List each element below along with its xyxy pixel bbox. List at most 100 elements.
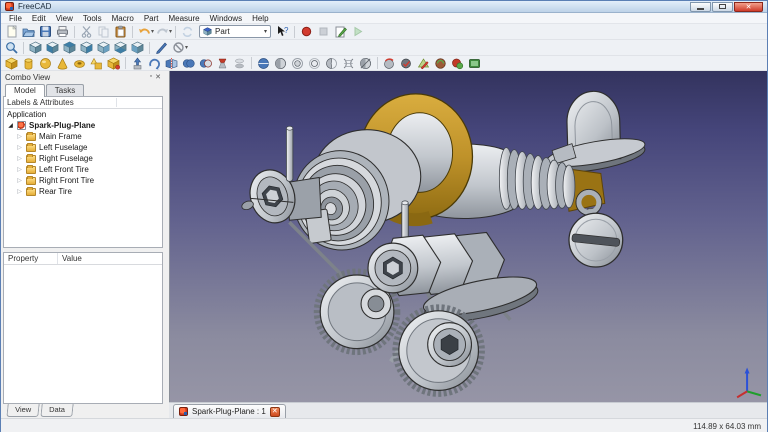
window-titlebar: FreeCAD ✕ [1,1,767,13]
tree-item-left-fuselage[interactable]: ▷ Left Fuselage [4,142,162,153]
new-file-icon[interactable] [3,25,20,39]
part-primitives-icon[interactable] [88,56,105,70]
menu-macro[interactable]: Macro [107,14,139,23]
measure-linear-icon[interactable] [153,41,170,55]
axis-cross-icon [736,367,762,399]
value-column-header[interactable]: Value [58,253,82,264]
paste-icon[interactable] [112,25,129,39]
tab-data[interactable]: Data [40,404,74,417]
part-simple-copy-icon[interactable] [449,56,466,70]
part-offset-3d-icon[interactable] [289,56,306,70]
copy-icon[interactable] [95,25,112,39]
part-export-view-icon[interactable] [466,56,483,70]
menu-file[interactable]: File [4,14,27,23]
menu-help[interactable]: Help [247,14,273,23]
tab-close-icon[interactable]: ✕ [269,406,280,417]
property-column-header[interactable]: Property [4,253,58,264]
document-tab-label: Spark-Plug-Plane : 1 [192,407,266,416]
part-check-geometry-icon[interactable] [398,56,415,70]
tab-view[interactable]: View [6,404,40,417]
viewport-dimensions: 114.89 x 64.03 mm [693,422,761,431]
print-icon[interactable] [54,25,71,39]
part-torus-icon[interactable] [71,56,88,70]
part-loft-icon[interactable] [214,56,231,70]
part-extrude-icon[interactable] [129,56,146,70]
refresh-icon[interactable] [179,25,196,39]
part-cone-icon[interactable] [54,56,71,70]
part-mirror-icon[interactable] [163,56,180,70]
group-folder-icon [26,153,36,163]
part-defeaturing-icon[interactable] [381,56,398,70]
spark-plug-plane-model[interactable] [170,71,767,400]
group-folder-icon [26,175,36,185]
freecad-document-icon [17,121,26,130]
macro-record-icon[interactable] [298,25,315,39]
toolbar-standard: ▾ ▾ Part ▾ ? [1,24,767,40]
minimize-button[interactable] [690,1,711,12]
tree-item-left-front-tire[interactable]: ▷ Left Front Tire [4,164,162,175]
tab-model[interactable]: Model [5,84,45,97]
save-file-icon[interactable] [37,25,54,39]
tree-item-rear-tire[interactable]: ▷ Rear Tire [4,186,162,197]
whats-this-icon[interactable]: ? [274,25,291,39]
part-cross-sections-icon[interactable] [255,56,272,70]
status-bar: 114.89 x 64.03 mm [1,418,767,432]
3d-viewport[interactable] [169,71,767,402]
cut-icon[interactable] [78,25,95,39]
part-cylinder-icon[interactable] [20,56,37,70]
collapsed-arrow-icon: ▷ [17,167,22,173]
tab-tasks[interactable]: Tasks [45,84,85,96]
document-tab[interactable]: Spark-Plug-Plane : 1 ✕ [173,404,286,418]
tree-item-right-fuselage[interactable]: ▷ Right Fuselage [4,153,162,164]
part-box-icon[interactable] [3,56,20,70]
menu-measure[interactable]: Measure [163,14,204,23]
view-axonometric-icon[interactable] [27,41,44,55]
part-section-icon[interactable] [272,56,289,70]
model-tree: Labels & Attributes Application ◢ Spark-… [3,96,163,248]
maximize-button[interactable] [712,1,733,12]
panel-float-icon[interactable]: ▫ [150,73,152,81]
toolbar-part [1,56,767,71]
macro-edit-icon[interactable] [332,25,349,39]
part-refine-shape-icon[interactable] [415,56,432,70]
redo-icon[interactable] [154,25,171,39]
part-boolean-union-icon[interactable] [180,56,197,70]
close-button[interactable]: ✕ [734,1,763,12]
view-front-icon[interactable] [44,41,61,55]
part-thickness-icon[interactable] [323,56,340,70]
measure-dropdown-icon[interactable]: ▾ [185,44,188,51]
redo-dropdown-icon[interactable]: ▾ [169,28,172,35]
fit-all-icon[interactable] [3,41,20,55]
menu-tools[interactable]: Tools [78,14,107,23]
part-sphere-icon[interactable] [37,56,54,70]
view-right-icon[interactable] [78,41,95,55]
tree-item-right-front-tire[interactable]: ▷ Right Front Tire [4,175,162,186]
part-sweep-icon[interactable] [357,56,374,70]
macro-play-icon[interactable] [349,25,366,39]
menu-view[interactable]: View [51,14,78,23]
view-top-icon[interactable] [61,41,78,55]
panel-close-icon[interactable]: ✕ [155,73,161,81]
view-rear-icon[interactable] [95,41,112,55]
workbench-selector[interactable]: Part ▾ [199,25,272,38]
part-offset-2d-icon[interactable] [306,56,323,70]
part-shape-builder-icon[interactable] [105,56,122,70]
menu-edit[interactable]: Edit [27,14,51,23]
view-bottom-icon[interactable] [112,41,129,55]
freecad-app-icon [5,2,14,11]
menu-part[interactable]: Part [139,14,164,23]
part-compound-icon[interactable] [231,56,248,70]
part-ruled-surface-icon[interactable] [340,56,357,70]
part-boolean-cut-icon[interactable] [197,56,214,70]
macro-stop-icon[interactable] [315,25,332,39]
part-revolve-icon[interactable] [146,56,163,70]
open-file-icon[interactable] [20,25,37,39]
tree-header-label[interactable]: Labels & Attributes [7,98,74,107]
menu-windows[interactable]: Windows [205,14,247,23]
part-reverse-shape-icon[interactable] [432,56,449,70]
view-left-icon[interactable] [129,41,146,55]
tree-root-application[interactable]: Application [4,109,162,120]
tree-document-row[interactable]: ◢ Spark-Plug-Plane [4,120,162,131]
tree-item-main-frame[interactable]: ▷ Main Frame [4,131,162,142]
collapsed-arrow-icon: ▷ [17,189,22,195]
